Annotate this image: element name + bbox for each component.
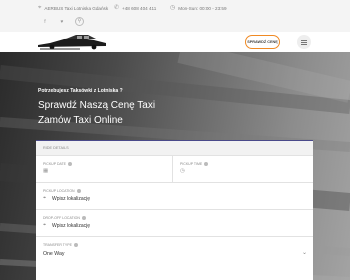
dropoff-location-field[interactable]: DROP-OFF LOCATION ⌖ Wpisz lokalizację (36, 210, 313, 237)
site-logo[interactable] (36, 33, 108, 50)
pickup-location-label-text: PICKUP LOCATION (43, 189, 75, 193)
map-pin-icon: ⌖ (43, 222, 47, 228)
dropoff-location-label-text: DROP-OFF LOCATION (43, 216, 80, 220)
pickup-location-label: PICKUP LOCATION (43, 189, 81, 194)
headline-line-2: Zamów Taxi Online (38, 115, 123, 126)
help-icon[interactable] (73, 243, 78, 248)
hours-info: ◷ Mon-Sun: 00:00 - 23:59 (170, 5, 227, 11)
menu-line (301, 39, 307, 41)
pickup-date-label-text: PICKUP DATE (43, 162, 67, 166)
hero-section: Potrzebujesz Taksówki z Lotniska ? Spraw… (0, 52, 350, 280)
phone-icon: ✆ (114, 5, 120, 11)
dropoff-location-input[interactable]: Wpisz lokalizację (52, 223, 90, 229)
top-info-bar: ⌖ AERBUS Taxi Lotniska Gdańsk ✆ +48 608 … (0, 0, 350, 32)
clock-icon: ◷ (170, 5, 176, 11)
hero-headline: Sprawdź Naszą Cenę Taxi Zamów Taxi Onlin… (38, 98, 155, 128)
address-info: ⌖ AERBUS Taxi Lotniska Gdańsk (38, 5, 108, 11)
ride-details-header: RIDE DETAILS (36, 141, 313, 156)
transfer-type-label: TRANSFER TYPE (43, 243, 78, 248)
search-icon[interactable]: ⚲ (75, 17, 84, 26)
help-icon[interactable] (76, 189, 81, 194)
pickup-time-field[interactable]: PICKUP TIME ◷ (173, 156, 313, 183)
pickup-location-input[interactable]: Wpisz lokalizację (52, 196, 90, 202)
social-links: f ♥ ⚲ (41, 17, 84, 26)
map-pin-icon: ⌖ (38, 5, 42, 11)
transfer-type-value[interactable]: One Way (43, 251, 64, 257)
pickup-date-field[interactable]: PICKUP DATE ▦ (36, 156, 173, 183)
menu-line (301, 41, 307, 43)
menu-line (301, 43, 307, 45)
booking-form: RIDE DETAILS PICKUP DATE ▦ PICKUP TIME ◷… (36, 140, 313, 280)
clock-icon[interactable]: ◷ (180, 168, 185, 175)
address-text: AERBUS Taxi Lotniska Gdańsk (44, 5, 109, 11)
hamburger-menu-button[interactable] (297, 35, 311, 49)
hours-text: Mon-Sun: 00:00 - 23:59 (178, 5, 227, 11)
facebook-icon[interactable]: f (41, 18, 49, 26)
transfer-type-select[interactable]: TRANSFER TYPE One Way ⌄ (36, 237, 313, 264)
pickup-time-label-text: PICKUP TIME (180, 162, 203, 166)
transfer-type-label-text: TRANSFER TYPE (43, 243, 72, 247)
hero-kicker: Potrzebujesz Taksówki z Lotniska ? (38, 88, 123, 94)
pickup-date-label: PICKUP DATE (43, 162, 72, 167)
pickup-date-time-row: PICKUP DATE ▦ PICKUP TIME ◷ (36, 156, 313, 183)
twitter-icon[interactable]: ♥ (58, 18, 66, 26)
help-icon[interactable] (68, 162, 72, 167)
chevron-down-icon[interactable]: ⌄ (302, 250, 307, 256)
pickup-location-field[interactable]: PICKUP LOCATION ⌖ Wpisz lokalizację (36, 183, 313, 210)
map-pin-icon: ⌖ (43, 195, 47, 201)
phone-info[interactable]: ✆ +48 608 404 411 (114, 5, 156, 11)
help-icon[interactable] (81, 216, 86, 221)
phone-text[interactable]: +48 608 404 411 (122, 6, 156, 11)
check-price-button[interactable]: SPRAWDŹ CENĘ (245, 35, 280, 49)
main-navbar: SPRAWDŹ CENĘ (0, 32, 350, 52)
help-icon[interactable] (204, 162, 209, 167)
pickup-time-label: PICKUP TIME (180, 162, 209, 167)
calendar-icon[interactable]: ▦ (43, 168, 48, 175)
dropoff-location-label: DROP-OFF LOCATION (43, 216, 86, 221)
headline-line-1: Sprawdź Naszą Cenę Taxi (38, 100, 156, 111)
